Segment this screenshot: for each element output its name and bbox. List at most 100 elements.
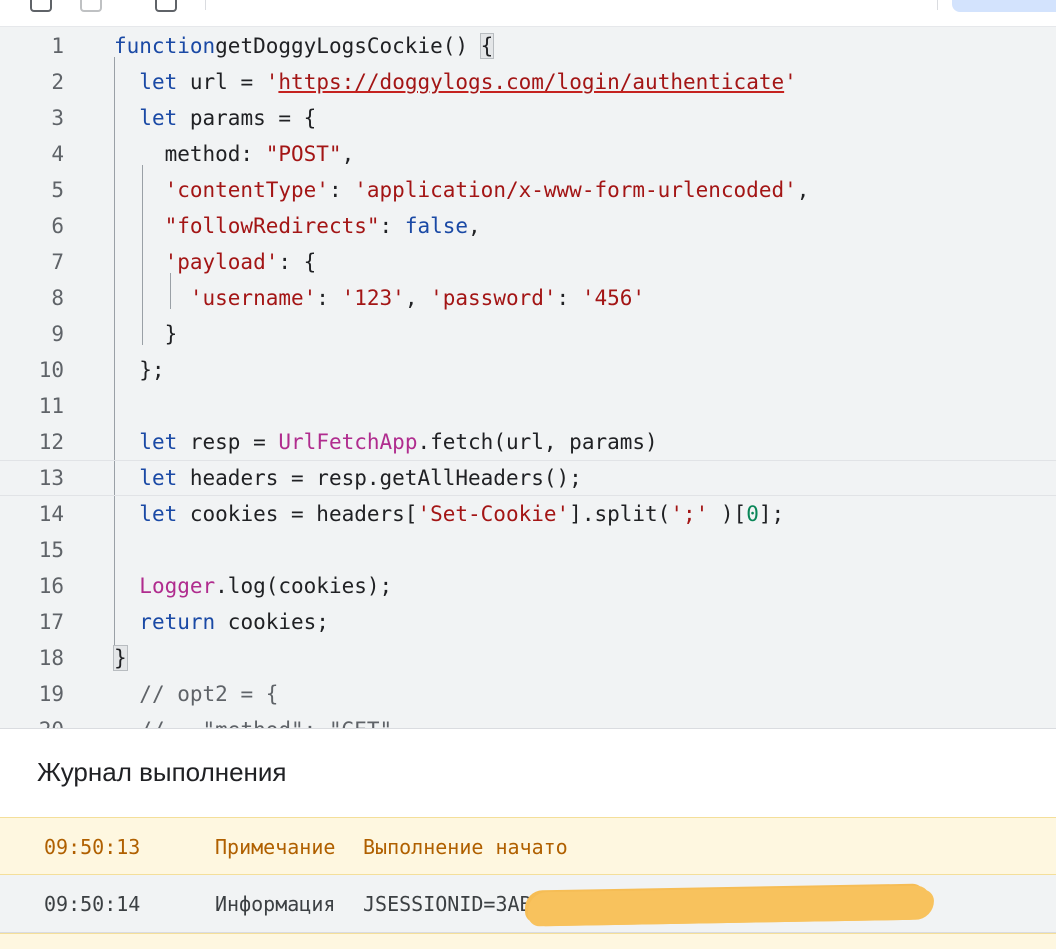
code-line[interactable]: 11 — [0, 388, 1056, 424]
code-token: : { — [278, 250, 317, 274]
log-row-notice[interactable]: 09:50:13 Примечание Выполнение начато — [0, 817, 1056, 875]
code-line[interactable]: 19 // opt2 = { — [0, 676, 1056, 712]
line-number: 20 — [0, 712, 64, 728]
code-token: , — [341, 142, 355, 166]
code-token: url = — [177, 70, 266, 94]
comment-token: // "method": "GET", — [139, 718, 405, 728]
code-token: : — [316, 286, 342, 310]
code-line[interactable]: 14 let cookies = headers['Set-Cookie'].s… — [0, 496, 1056, 532]
string-token: 'username' — [189, 286, 317, 310]
undo-icon[interactable] — [30, 0, 52, 12]
log-message: Выполнение начато — [363, 835, 568, 859]
code-line[interactable]: 7 'payload': { — [0, 244, 1056, 280]
log-row-info[interactable]: 09:50:14 Информация JSESSIONID=3АВ — [0, 875, 1056, 933]
code-text: method: "POST", — [114, 136, 355, 172]
code-token: headers = resp.getAllHeaders(); — [177, 466, 582, 490]
line-number: 3 — [51, 106, 64, 130]
code-text: let url = 'https://doggylogs.com/login/a… — [114, 64, 797, 100]
string-token: '123' — [341, 286, 405, 310]
code-token: )[ — [708, 502, 747, 526]
code-line[interactable]: 20 // "method": "GET", — [0, 712, 1056, 728]
code-line[interactable]: 6 "followRedirects": false, — [0, 208, 1056, 244]
code-token: : — [328, 178, 355, 202]
log-time: 09:50:13 — [44, 835, 141, 859]
code-text: // opt2 = { — [114, 676, 278, 712]
code-line[interactable]: 16 Logger.log(cookies); — [0, 568, 1056, 604]
string-token: "followRedirects" — [164, 214, 380, 238]
execution-log-panel: Журнал выполнения 09:50:13 Примечание Вы… — [0, 728, 1056, 949]
code-editor[interactable]: 1 functiongetDoggyLogsCockie() {2 let url… — [0, 27, 1056, 728]
log-message: JSESSIONID=3АВ — [363, 892, 532, 916]
code-token: ]; — [758, 502, 785, 526]
code-line[interactable]: 3 let params = { — [0, 100, 1056, 136]
line-number: 1 — [51, 34, 64, 58]
line-number: 5 — [51, 178, 64, 202]
code-line[interactable]: 9 } — [0, 316, 1056, 352]
code-token: } — [114, 322, 178, 346]
keyword-token: let — [139, 502, 178, 526]
code-line[interactable]: 12 let resp = UrlFetchApp.fetch(url, par… — [0, 424, 1056, 460]
string-token: '456' — [581, 286, 646, 310]
code-line[interactable]: 15 — [0, 532, 1056, 568]
execution-log-title: Журнал выполнения — [37, 757, 287, 787]
line-number: 17 — [38, 610, 64, 634]
code-token: .log(cookies); — [215, 574, 393, 598]
keyword-token: let — [139, 466, 178, 490]
url-token: https://doggylogs.com/login/authenticate — [278, 70, 785, 94]
log-row-partial — [0, 933, 1056, 949]
redo-icon[interactable] — [80, 0, 102, 12]
code-line[interactable]: 5 'contentType': 'application/x-www-form… — [0, 172, 1056, 208]
toolbar-divider — [937, 0, 938, 10]
global-token: UrlFetchApp — [278, 430, 418, 454]
code-line[interactable]: 13 let headers = resp.getAllHeaders(); — [0, 460, 1056, 496]
bracket-token: { — [479, 33, 495, 59]
code-text: functiongetDoggyLogsCockie() { — [114, 28, 495, 64]
line-number: 6 — [51, 214, 64, 238]
keyword-token: let — [139, 70, 178, 94]
line-number: 10 — [38, 358, 64, 382]
code-line[interactable]: 4 method: "POST", — [0, 136, 1056, 172]
code-text: }; — [114, 352, 164, 388]
code-token: cookies; — [215, 610, 329, 634]
line-number: 9 — [51, 322, 64, 346]
code-text: // "method": "GET", — [114, 712, 405, 728]
log-time: 09:50:14 — [44, 892, 141, 916]
string-token: 'Set-Cookie' — [417, 502, 570, 526]
code-line[interactable]: 18} — [0, 640, 1056, 676]
code-line[interactable]: 1 functiongetDoggyLogsCockie() { — [0, 28, 1056, 64]
redaction-scribble — [527, 885, 931, 927]
code-text: Logger.log(cookies); — [114, 568, 392, 604]
code-token: ].split( — [569, 502, 671, 526]
log-level: Информация — [215, 892, 336, 916]
code-text: let headers = resp.getAllHeaders(); — [114, 461, 582, 495]
code-text: 'username': '123', 'password': '456' — [114, 280, 645, 316]
code-line[interactable]: 10 }; — [0, 352, 1056, 388]
string-token: 'application/x-www-form-urlencoded' — [354, 178, 797, 202]
log-level: Примечание — [215, 835, 336, 859]
line-number: 14 — [38, 502, 64, 526]
string-token: 'contentType' — [164, 178, 329, 202]
code-text: 'contentType': 'application/x-www-form-u… — [114, 172, 810, 208]
code-line[interactable]: 2 let url = 'https://doggylogs.com/login… — [0, 64, 1056, 100]
code-token: : — [379, 214, 405, 238]
bracket-token: } — [113, 645, 128, 671]
code-line[interactable]: 17 return cookies; — [0, 604, 1056, 640]
save-icon[interactable] — [155, 0, 177, 12]
run-button[interactable] — [952, 0, 1056, 12]
line-number: 16 — [38, 574, 64, 598]
string-token: ';' — [670, 502, 709, 526]
editor-toolbar — [0, 0, 1056, 27]
string-token: "POST" — [265, 142, 342, 166]
code-line[interactable]: 8 'username': '123', 'password': '456' — [0, 280, 1056, 316]
comment-token: // opt2 = { — [139, 682, 279, 706]
code-text: let resp = UrlFetchApp.fetch(url, params… — [114, 424, 657, 460]
code-token: , — [404, 286, 431, 310]
